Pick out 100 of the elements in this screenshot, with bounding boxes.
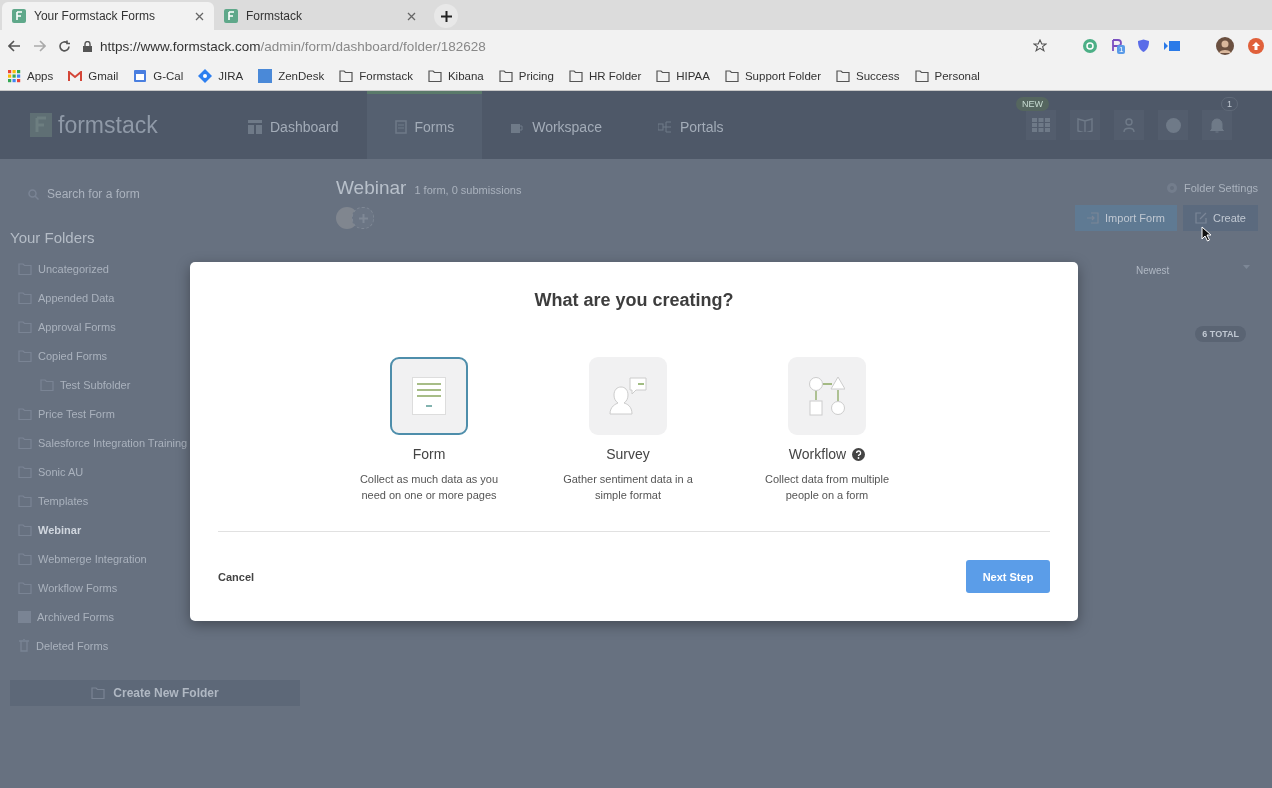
- dialog-title: What are you creating?: [533, 290, 735, 311]
- nav-tab[interactable]: Workspace: [482, 91, 630, 159]
- nav-tab[interactable]: Portals: [629, 91, 752, 159]
- notification-badge: 1: [1117, 45, 1126, 54]
- bookmark-link[interactable]: Pricing: [518, 70, 554, 82]
- person-speech-bubble-icon: [608, 377, 648, 415]
- address-bar[interactable]: https://www.formstack.com/admin/form/dashboard/folder/182628: [100, 38, 486, 54]
- camera-icon[interactable]: [1164, 40, 1180, 52]
- bookmark-link[interactable]: HR Folder: [588, 70, 642, 82]
- bookmark-link[interactable]: G-Cal: [153, 70, 184, 82]
- toolbar-button[interactable]: Import Form: [1075, 205, 1177, 231]
- folder-title: Webinar: [336, 177, 407, 199]
- plus-icon: [440, 10, 452, 22]
- option-description: Collect as much data as you need on one or more pages: [358, 472, 500, 503]
- reload-icon[interactable]: [58, 39, 71, 53]
- edit-icon: [1194, 212, 1207, 224]
- browser-tab[interactable]: Formstack: [214, 2, 426, 30]
- bookmark-link[interactable]: HIPAA: [676, 70, 710, 82]
- app-logo[interactable]: formstack: [58, 111, 158, 139]
- nav-tab[interactable]: Dashboard: [220, 91, 367, 159]
- next-step-button[interactable]: Next Step: [966, 560, 1050, 593]
- folder-icon: [568, 70, 583, 82]
- calendar-icon: [133, 69, 148, 83]
- option-tile[interactable]: [390, 357, 468, 435]
- folder-item[interactable]: Salesforce Integration Training: [10, 428, 312, 457]
- folder-icon: [724, 70, 739, 82]
- envelope-icon: [68, 70, 83, 82]
- tab-title: Formstack: [246, 9, 303, 23]
- flowchart-icon: [809, 376, 845, 416]
- star-icon[interactable]: [1033, 39, 1047, 53]
- folder-icon: [427, 70, 442, 82]
- option-description: Gather sentiment data in a simple format: [562, 472, 694, 503]
- folder-item[interactable]: Webmerge Integration: [10, 544, 312, 573]
- toolbar-button[interactable]: Create: [1182, 205, 1258, 231]
- forward-icon[interactable]: [33, 40, 46, 52]
- option-title: Survey: [606, 446, 650, 462]
- avatar-icon[interactable]: [1216, 37, 1234, 55]
- extension-icon[interactable]: [1083, 39, 1097, 53]
- folder-stats: 1 form, 0 submissions: [414, 184, 522, 196]
- import-icon: [1087, 212, 1100, 224]
- cursor-icon: [1201, 226, 1212, 242]
- diamond-icon: [198, 69, 213, 83]
- browser-tab[interactable]: Your Formstack Forms: [2, 2, 214, 30]
- bookmark-link[interactable]: JIRA: [218, 70, 244, 82]
- formstack-logo-icon: [224, 9, 238, 23]
- bookmark-link[interactable]: Support Folder: [744, 70, 822, 82]
- close-icon[interactable]: [407, 11, 416, 21]
- close-icon[interactable]: [195, 11, 204, 21]
- apps-grid-icon: [8, 69, 21, 83]
- folder-item[interactable]: Webinar: [10, 515, 312, 544]
- bookmark-link[interactable]: ZenDesk: [278, 70, 325, 82]
- folder-icon: [836, 70, 851, 82]
- extension-icon[interactable]: [1111, 39, 1123, 53]
- sidebar-heading: Your Folders: [10, 229, 96, 246]
- shield-icon[interactable]: [1137, 39, 1150, 53]
- folder-item[interactable]: Sonic AU: [10, 457, 312, 486]
- document-icon: [412, 377, 446, 415]
- zendesk-icon: [258, 69, 273, 83]
- nav-tab[interactable]: Forms: [366, 91, 483, 159]
- folder-item[interactable]: Test Subfolder: [10, 370, 312, 399]
- bookmark-link[interactable]: Success: [856, 70, 900, 82]
- cancel-button[interactable]: Cancel: [218, 570, 255, 583]
- search-field[interactable]: Search for a form: [18, 179, 304, 209]
- tab-title: Your Formstack Forms: [34, 9, 156, 23]
- folder-item[interactable]: Price Test Form: [10, 399, 312, 428]
- sort-dropdown[interactable]: Newest: [1128, 265, 1258, 276]
- folder-item[interactable]: Deleted Forms: [10, 631, 312, 660]
- formstack-logo-icon: [30, 113, 52, 137]
- upload-icon[interactable]: [1248, 38, 1264, 54]
- bookmark-link[interactable]: Apps: [27, 70, 54, 82]
- folder-icon: [339, 70, 354, 82]
- bookmark-link[interactable]: Formstack: [359, 70, 413, 82]
- folder-icon: [91, 687, 106, 699]
- document-icon: [394, 119, 407, 134]
- folder-item[interactable]: Archived Forms: [10, 602, 312, 631]
- folder-item[interactable]: Copied Forms: [10, 341, 312, 370]
- hierarchy-icon: [657, 119, 672, 134]
- option-tile[interactable]: [589, 357, 667, 435]
- folder-item[interactable]: Approval Forms: [10, 312, 312, 341]
- new-tab-button[interactable]: [434, 4, 458, 28]
- folder-item[interactable]: Templates: [10, 486, 312, 515]
- option-title: Form: [412, 446, 446, 462]
- folder-icon: [656, 70, 671, 82]
- folder-item[interactable]: Appended Data: [10, 283, 312, 312]
- lock-icon: [83, 40, 92, 52]
- folder-item[interactable]: Uncategorized: [10, 254, 312, 283]
- dashboard-icon: [248, 119, 262, 134]
- folder-settings-link[interactable]: Folder Settings: [1184, 182, 1258, 194]
- bookmark-link[interactable]: Personal: [934, 70, 980, 82]
- new-badge: NEW: [1016, 97, 1049, 111]
- option-tile[interactable]: [788, 357, 866, 435]
- bookmark-link[interactable]: Gmail: [88, 70, 119, 82]
- bookmark-link[interactable]: Kibana: [447, 70, 484, 82]
- folder-icon: [914, 70, 929, 82]
- option-title: Workflow: [788, 446, 847, 462]
- create-folder-button[interactable]: Create New Folder: [10, 680, 300, 706]
- folder-icon: [498, 70, 513, 82]
- back-icon[interactable]: [8, 40, 21, 52]
- total-count: 6 TOTAL: [1195, 326, 1246, 342]
- option-description: Collect data from multiple people on a form: [763, 472, 891, 503]
